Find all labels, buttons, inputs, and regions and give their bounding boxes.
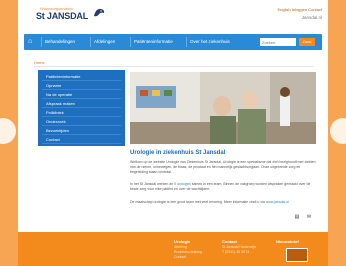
pelican-logo-icon — [94, 8, 105, 17]
nav-separator — [186, 37, 187, 47]
sidebar-item-na-de-operatie[interactable]: Na de operatie — [42, 91, 121, 99]
sidebar-item-onderzoek[interactable]: Onderzoek — [42, 118, 121, 126]
background-right-ornament — [326, 0, 346, 266]
nav-item-patienteninformatie[interactable]: Patiënteninformatie — [134, 38, 173, 46]
site-header: Woonzorgcentrum St JANSDAL English Inlog… — [18, 0, 328, 28]
nav-item-behandelingen[interactable]: Behandelingen — [45, 38, 75, 46]
footer-text: T (0341) 46 39 11 — [222, 250, 250, 254]
intro-paragraph: Welkom op de website Urologie van Zieken… — [130, 160, 316, 174]
main-navigation: ⌂ Behandelingen Afdelingen Patiënteninfo… — [24, 34, 322, 50]
footer-heading: Urologie — [174, 239, 191, 244]
search-button[interactable]: Zoek — [299, 38, 315, 46]
breadcrumb[interactable]: Home — [34, 60, 45, 65]
sidebar-item-bezoektijden[interactable]: Bezoektijden — [42, 127, 121, 135]
website-link[interactable]: www.jansdal.nl — [266, 200, 289, 204]
footer-column-newsletter: Nieuwsbrief — [276, 238, 299, 245]
top-link-site[interactable]: Jansdal.nl — [277, 14, 322, 22]
more-info-text: De maatschap urologie is een groot team … — [130, 200, 266, 204]
top-links: English Inloggen Contact Jansdal.nl — [277, 6, 322, 22]
team-paragraph: In het St Jansdal werken de 5 urologen s… — [130, 182, 316, 192]
logo-name: St JANSDAL — [36, 11, 89, 21]
more-info-paragraph: De maatschap urologie is een groot team … — [130, 200, 316, 205]
nav-separator — [90, 37, 91, 47]
nav-item-over-ziekenhuis[interactable]: Over het ziekenhuis — [190, 38, 230, 46]
footer-heading: Nieuwsbrief — [276, 239, 299, 244]
top-link-english[interactable]: English — [277, 7, 290, 12]
footer-column-urologie: Urologie Afdeling Routebeschrijving Cont… — [174, 238, 202, 260]
site-footer: Urologie Afdeling Routebeschrijving Cont… — [18, 232, 328, 266]
footer-thumbnail[interactable] — [286, 248, 308, 262]
footer-heading: Contact — [222, 239, 237, 244]
sidebar-item-contact[interactable]: Contact — [42, 136, 121, 144]
sidebar-menu: Patiënteninformatie Opname Na de operati… — [38, 70, 125, 146]
background-left-ornament — [0, 0, 20, 266]
divider — [34, 66, 314, 67]
urologists-link[interactable]: 5 urologen — [174, 182, 191, 186]
page-title: Urologie in ziekenhuis St Jansdal — [130, 150, 226, 156]
nav-separator — [41, 37, 42, 47]
search-input[interactable] — [260, 38, 296, 46]
hero-photo — [130, 72, 316, 144]
nav-item-afdelingen[interactable]: Afdelingen — [94, 38, 115, 46]
sidebar-item-opname[interactable]: Opname — [42, 82, 121, 90]
home-icon[interactable]: ⌂ — [28, 38, 36, 46]
top-link-contact[interactable]: Contact — [308, 7, 322, 12]
team-paragraph-text: In het St Jansdal werken de — [130, 182, 175, 186]
sidebar-item-patienteninformatie[interactable]: Patiënteninformatie — [42, 73, 121, 81]
nav-separator — [130, 37, 131, 47]
top-link-login[interactable]: Inloggen — [292, 7, 307, 12]
sidebar-item-afspraak[interactable]: Afspraak maken — [42, 100, 121, 108]
footer-link[interactable]: Contact — [174, 255, 202, 260]
page-container: Woonzorgcentrum St JANSDAL English Inlog… — [18, 0, 328, 266]
print-icon[interactable]: ▤ — [292, 214, 302, 221]
mail-icon[interactable]: ✉ — [304, 214, 314, 221]
site-logo[interactable]: Woonzorgcentrum St JANSDAL — [26, 6, 116, 24]
sidebar-item-polikliniek[interactable]: Polikliniek — [42, 109, 121, 117]
footer-column-contact: Contact St Jansdal Harderwijk T (0341) 4… — [222, 238, 256, 255]
